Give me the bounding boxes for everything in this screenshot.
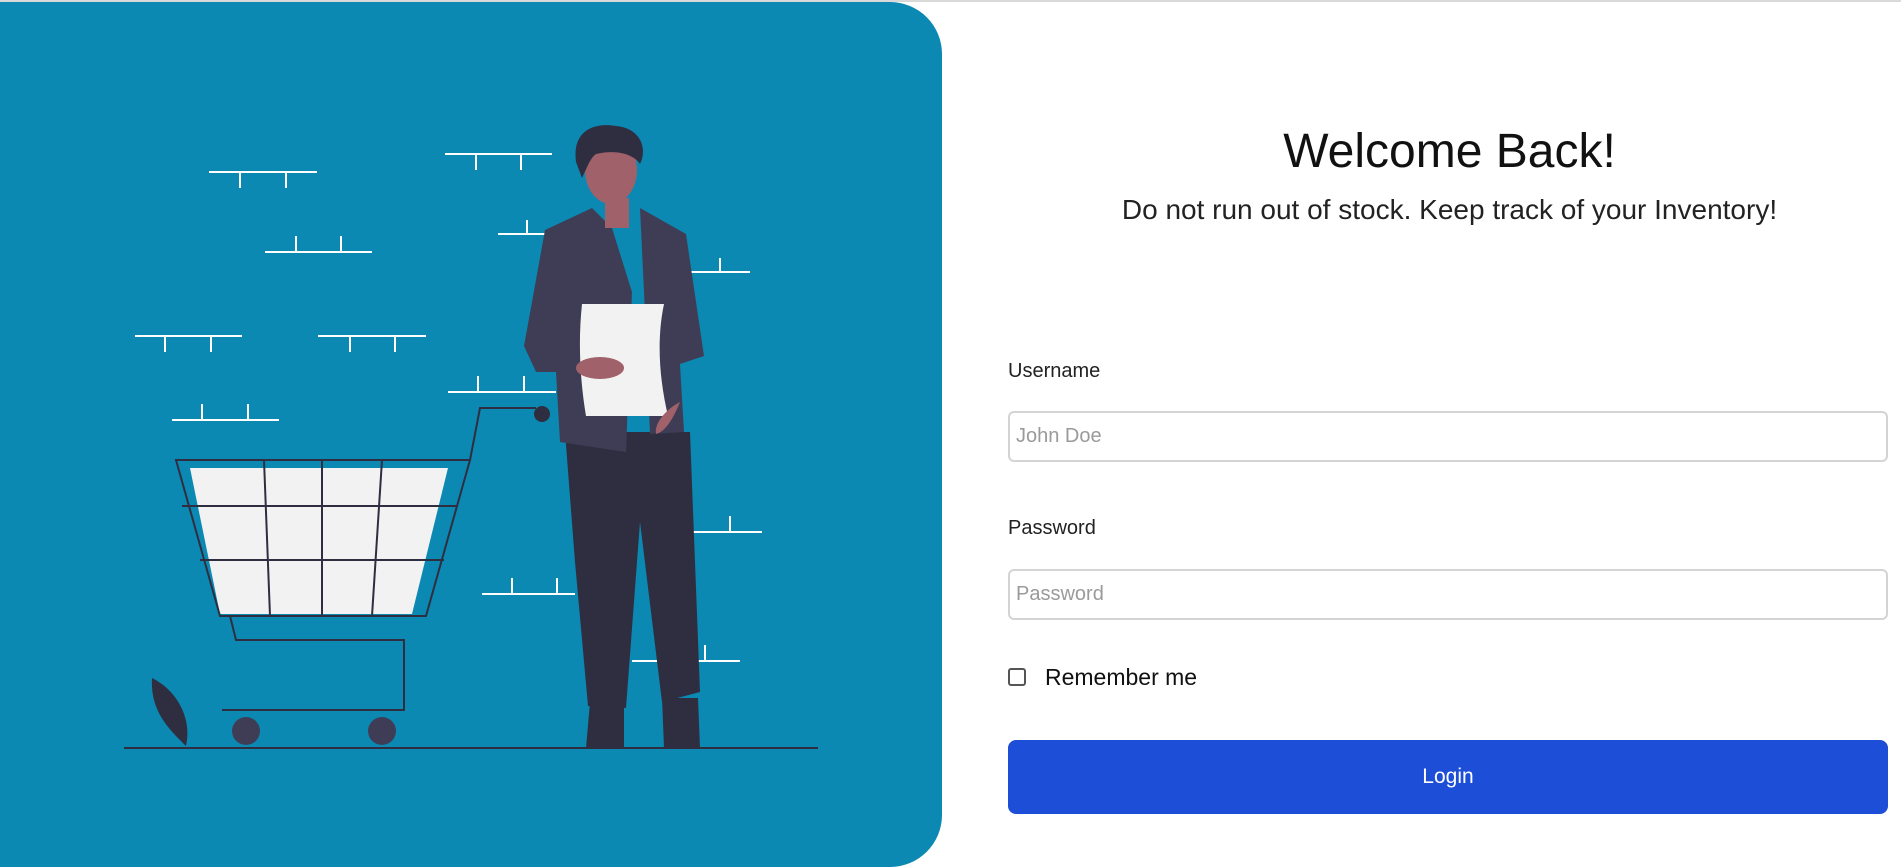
leaf-shape: [151, 678, 188, 746]
password-input[interactable]: [1008, 569, 1888, 620]
person-figure: [524, 125, 704, 748]
password-label: Password: [1008, 517, 1096, 539]
login-panel: Welcome Back! Do not run out of stock. K…: [942, 2, 1901, 867]
username-label: Username: [1008, 360, 1101, 382]
welcome-subtitle: Do not run out of stock. Keep track of y…: [1121, 194, 1778, 225]
welcome-title: Welcome Back!: [1283, 125, 1616, 178]
remember-me-label[interactable]: Remember me: [1045, 664, 1197, 691]
username-input[interactable]: [1008, 411, 1888, 462]
remember-me-checkbox[interactable]: [1008, 668, 1026, 686]
shopping-cart: [174, 406, 550, 745]
illustration-panel: [0, 2, 942, 867]
shopping-cart-man-illustration: [124, 125, 818, 749]
login-button[interactable]: Login: [1008, 740, 1888, 814]
remember-me-row[interactable]: Remember me: [1008, 664, 1197, 690]
